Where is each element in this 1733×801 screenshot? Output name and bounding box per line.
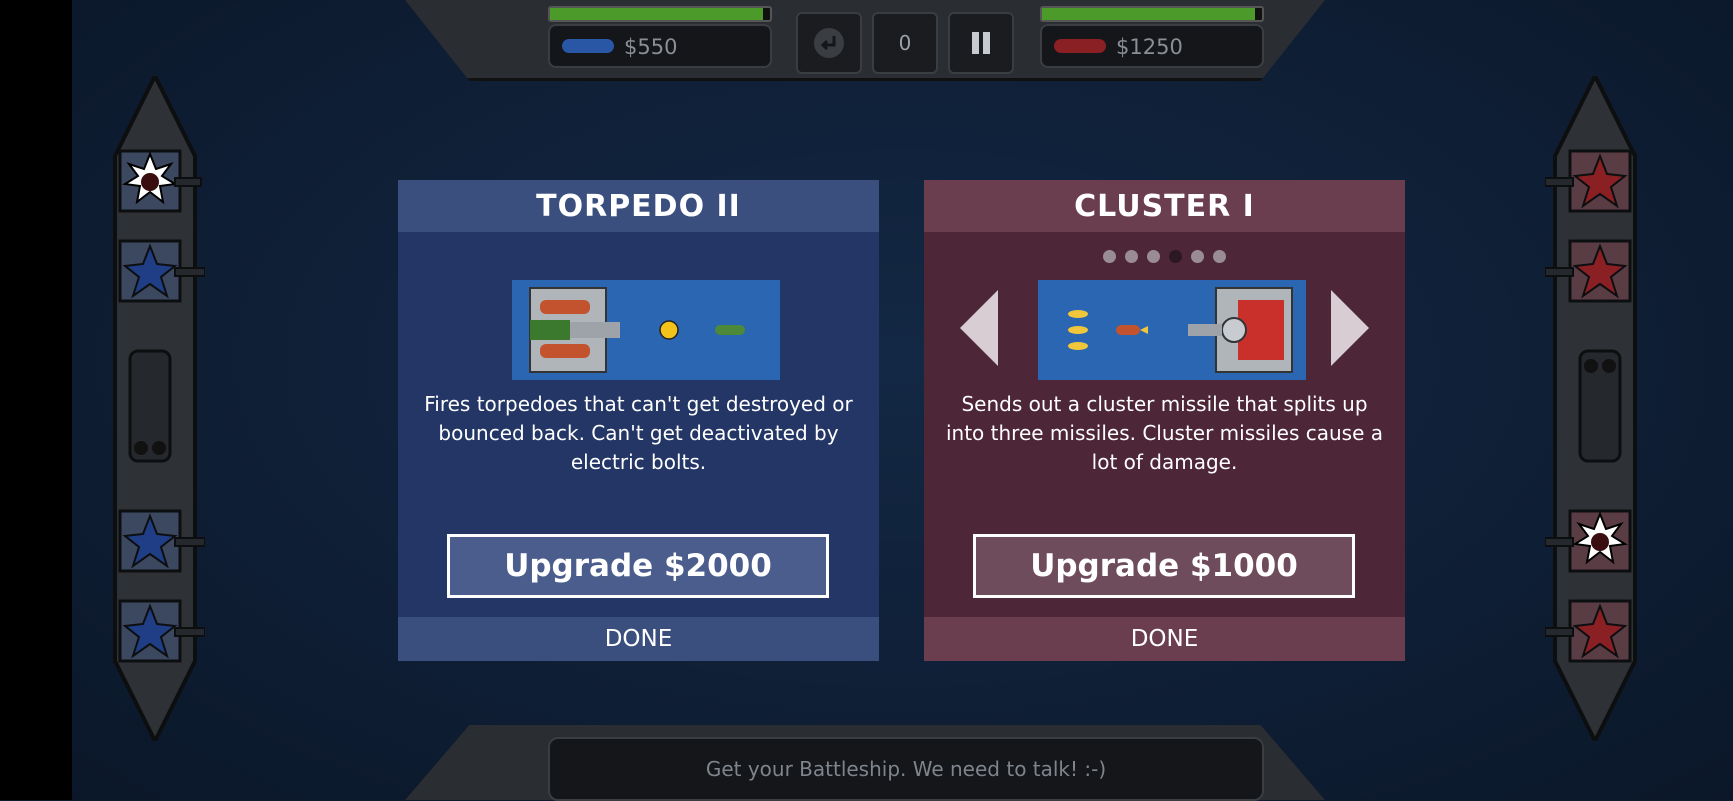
next-weapon-arrow-icon[interactable] xyxy=(1329,290,1369,366)
weapon-description: Fires torpedoes that can't get destroyed… xyxy=(424,392,853,474)
done-button[interactable]: DONE xyxy=(398,617,879,661)
cluster-preview-image xyxy=(1038,280,1306,380)
red-money-box: $1250 xyxy=(1040,24,1264,68)
carousel-dot[interactable] xyxy=(1191,250,1204,263)
blue-battleship xyxy=(105,71,206,746)
blue-player-status: $550 xyxy=(548,4,772,68)
chat-message-box[interactable]: Get your Battleship. We need to talk! :-… xyxy=(548,737,1264,801)
pause-icon xyxy=(972,32,990,54)
carousel-dot[interactable] xyxy=(1213,250,1226,263)
done-button[interactable]: DONE xyxy=(924,617,1405,661)
upgrade-button[interactable]: Upgrade $1000 xyxy=(973,534,1355,598)
blue-money: $550 xyxy=(624,35,678,59)
undo-arrow-icon xyxy=(814,28,844,58)
blue-money-box: $550 xyxy=(548,24,772,68)
panel-title: CLUSTER I xyxy=(924,180,1405,232)
blue-health-bar xyxy=(548,6,772,22)
carousel-dot[interactable] xyxy=(1103,250,1116,263)
torpedo-preview-image xyxy=(512,280,780,380)
carousel-dot[interactable] xyxy=(1125,250,1138,263)
torpedo-upgrade-panel: TORPEDO II Fires torpedoes that can't ge… xyxy=(398,180,879,661)
carousel-indicator xyxy=(924,250,1405,263)
red-money: $1250 xyxy=(1116,35,1183,59)
previous-weapon-arrow-icon[interactable] xyxy=(960,290,1000,366)
turn-counter: 0 xyxy=(872,12,938,74)
upgrade-button[interactable]: Upgrade $2000 xyxy=(447,534,829,598)
blue-ship-icon xyxy=(562,39,614,53)
red-health-bar xyxy=(1040,6,1264,22)
red-player-status: $1250 xyxy=(1040,4,1264,68)
sea-background xyxy=(72,0,1733,800)
undo-button[interactable] xyxy=(796,12,862,74)
cluster-upgrade-panel: CLUSTER I Sends out a cluster missile th… xyxy=(924,180,1405,661)
turn-counter-value: 0 xyxy=(898,31,912,55)
carousel-dot-active[interactable] xyxy=(1169,250,1182,263)
left-letterbox xyxy=(0,0,72,800)
carousel-dot[interactable] xyxy=(1147,250,1160,263)
red-ship-icon xyxy=(1054,39,1106,53)
pause-button[interactable] xyxy=(948,12,1014,74)
chat-message: Get your Battleship. We need to talk! :-… xyxy=(705,757,1107,781)
panel-title: TORPEDO II xyxy=(398,180,879,232)
red-battleship xyxy=(1544,71,1645,746)
weapon-description: Sends out a cluster missile that splits … xyxy=(945,392,1384,474)
